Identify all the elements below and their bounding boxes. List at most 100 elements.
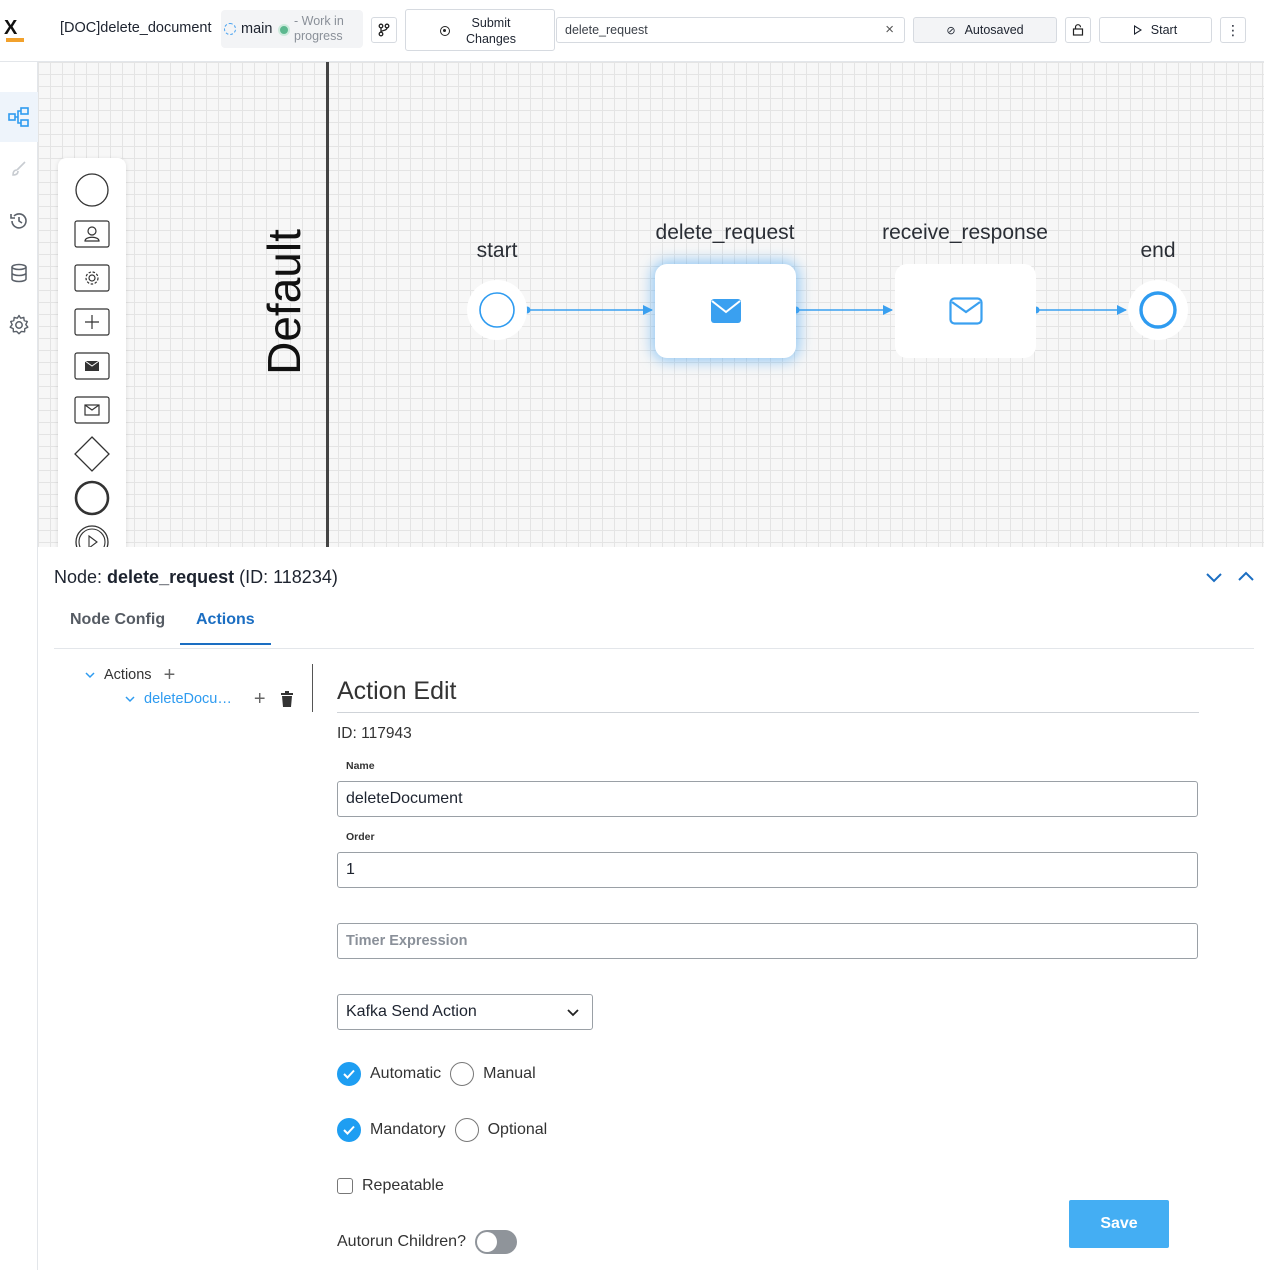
app-logo[interactable]: X xyxy=(4,18,24,42)
node-name: delete_request xyxy=(107,567,235,587)
check-circle-icon: ⊘ xyxy=(946,24,956,37)
mandatory-radio[interactable] xyxy=(337,1118,361,1142)
sequence-flows xyxy=(523,305,1127,315)
flow-start-to-delete-request[interactable] xyxy=(523,305,653,315)
tree-child-action[interactable]: deleteDocu… + xyxy=(124,689,294,709)
action-id: ID: 117943 xyxy=(337,725,412,742)
delete-request-label: delete_request xyxy=(655,221,795,244)
record-icon xyxy=(440,26,450,36)
action-edit-title: Action Edit xyxy=(337,677,1199,713)
end-event-icon xyxy=(1139,291,1177,329)
order-label: Order xyxy=(346,831,375,843)
tree-root-label: Actions xyxy=(104,667,152,683)
rail-history[interactable] xyxy=(0,196,38,246)
start-process-button[interactable]: Start xyxy=(1099,17,1212,43)
mandatory-label: Mandatory xyxy=(370,1121,446,1138)
lock-icon xyxy=(1072,24,1084,36)
node-search-input[interactable]: delete_request × xyxy=(556,17,905,43)
autosave-label: Autosaved xyxy=(964,23,1024,37)
status-dot-icon xyxy=(278,24,290,36)
optional-radio[interactable] xyxy=(454,1118,479,1142)
check-icon xyxy=(343,1125,355,1135)
flow-delete-request-to-receive-response[interactable] xyxy=(792,305,893,315)
gear-icon xyxy=(9,314,29,335)
node-heading: Node: delete_request (ID: 118234) xyxy=(54,567,338,588)
start-label: Start xyxy=(1150,23,1178,37)
tree-divider xyxy=(312,664,313,712)
branch-name: main xyxy=(241,21,273,37)
send-message-icon xyxy=(710,299,741,323)
submit-changes-button[interactable]: Submit Changes xyxy=(405,9,555,51)
document-title: [DOC]delete_document xyxy=(60,20,212,36)
chevron-down-icon xyxy=(567,1009,579,1017)
database-icon xyxy=(11,263,27,283)
submit-changes-label: Submit Changes xyxy=(465,16,517,46)
manual-label: Manual xyxy=(483,1065,536,1082)
node-tabs: Node Config Actions xyxy=(54,597,1254,649)
add-action-icon[interactable]: + xyxy=(164,665,176,685)
chevron-down-icon xyxy=(85,672,95,679)
tree-child-label: deleteDocu… xyxy=(144,691,232,707)
action-type-select[interactable]: Kafka Send Action xyxy=(337,994,593,1030)
save-button[interactable]: Save xyxy=(1069,1200,1169,1248)
add-child-icon[interactable]: + xyxy=(254,689,266,709)
name-label: Name xyxy=(346,760,375,772)
repeatable-checkbox[interactable] xyxy=(337,1178,353,1194)
branch-fork-button[interactable] xyxy=(371,17,397,43)
rail-data-model[interactable] xyxy=(0,248,38,298)
rail-theme[interactable] xyxy=(0,144,38,194)
left-rail xyxy=(0,62,38,1270)
rail-diagram[interactable] xyxy=(0,92,38,142)
automatic-radio[interactable] xyxy=(337,1062,361,1086)
flow-receive-response-to-end[interactable] xyxy=(1032,305,1127,315)
automatic-label: Automatic xyxy=(370,1065,442,1082)
branch-selector[interactable]: main - Work in progress xyxy=(221,10,363,48)
chevron-down-icon xyxy=(125,696,135,703)
order-input[interactable]: 1 xyxy=(337,852,1198,888)
brush-icon xyxy=(12,161,26,176)
autorun-row: Autorun Children? xyxy=(337,1230,517,1254)
tab-actions[interactable]: Actions xyxy=(180,611,271,645)
actions-tree: Actions + deleteDocu… + xyxy=(54,664,314,714)
search-value: delete_request xyxy=(565,23,648,37)
process-canvas[interactable]: Default start delete_request receive_res… xyxy=(38,62,1264,547)
expand-panel-button[interactable] xyxy=(1236,567,1256,587)
chevron-down-icon xyxy=(1206,573,1222,583)
requirement-radio-group: Mandatory Optional xyxy=(337,1118,547,1142)
rail-settings[interactable] xyxy=(0,300,38,350)
branch-icon xyxy=(378,23,390,37)
receive-response-task[interactable] xyxy=(895,264,1036,358)
clear-icon[interactable]: × xyxy=(885,21,894,38)
autorun-toggle[interactable] xyxy=(474,1230,517,1254)
receive-message-icon xyxy=(948,297,983,325)
manual-radio[interactable] xyxy=(450,1062,475,1086)
autosave-status-button[interactable]: ⊘ Autosaved xyxy=(913,17,1057,43)
delete-request-task[interactable] xyxy=(655,264,796,358)
start-node-label: start xyxy=(476,239,518,262)
unlock-button[interactable] xyxy=(1065,17,1091,43)
start-event-icon xyxy=(479,292,515,328)
sync-icon xyxy=(224,23,236,35)
collapse-panel-button[interactable] xyxy=(1204,567,1224,587)
autorun-label: Autorun Children? xyxy=(337,1233,466,1250)
repeatable-label: Repeatable xyxy=(362,1177,444,1194)
chevron-up-icon xyxy=(1238,571,1254,581)
tree-root-actions[interactable]: Actions + xyxy=(84,665,176,685)
top-bar: X [DOC]delete_document main - Work in pr… xyxy=(0,0,1264,62)
trash-icon[interactable] xyxy=(280,691,294,707)
timer-expression-input[interactable]: Timer Expression xyxy=(337,923,1198,959)
end-node-label: end xyxy=(1140,239,1176,262)
more-vertical-icon: ⋮ xyxy=(1226,22,1240,38)
optional-label: Optional xyxy=(487,1121,548,1138)
diagram-icon xyxy=(8,107,29,127)
tab-node-config[interactable]: Node Config xyxy=(70,611,165,643)
start-event-node[interactable] xyxy=(467,280,527,340)
name-input[interactable]: deleteDocument xyxy=(337,781,1198,817)
more-menu-button[interactable]: ⋮ xyxy=(1220,17,1246,43)
end-event-node[interactable] xyxy=(1128,280,1188,340)
trigger-radio-group: Automatic Manual xyxy=(337,1062,536,1086)
node-prefix: Node: xyxy=(54,567,108,587)
check-icon xyxy=(343,1069,355,1079)
branch-status: - Work in progress xyxy=(294,14,344,43)
play-icon xyxy=(1133,25,1142,35)
